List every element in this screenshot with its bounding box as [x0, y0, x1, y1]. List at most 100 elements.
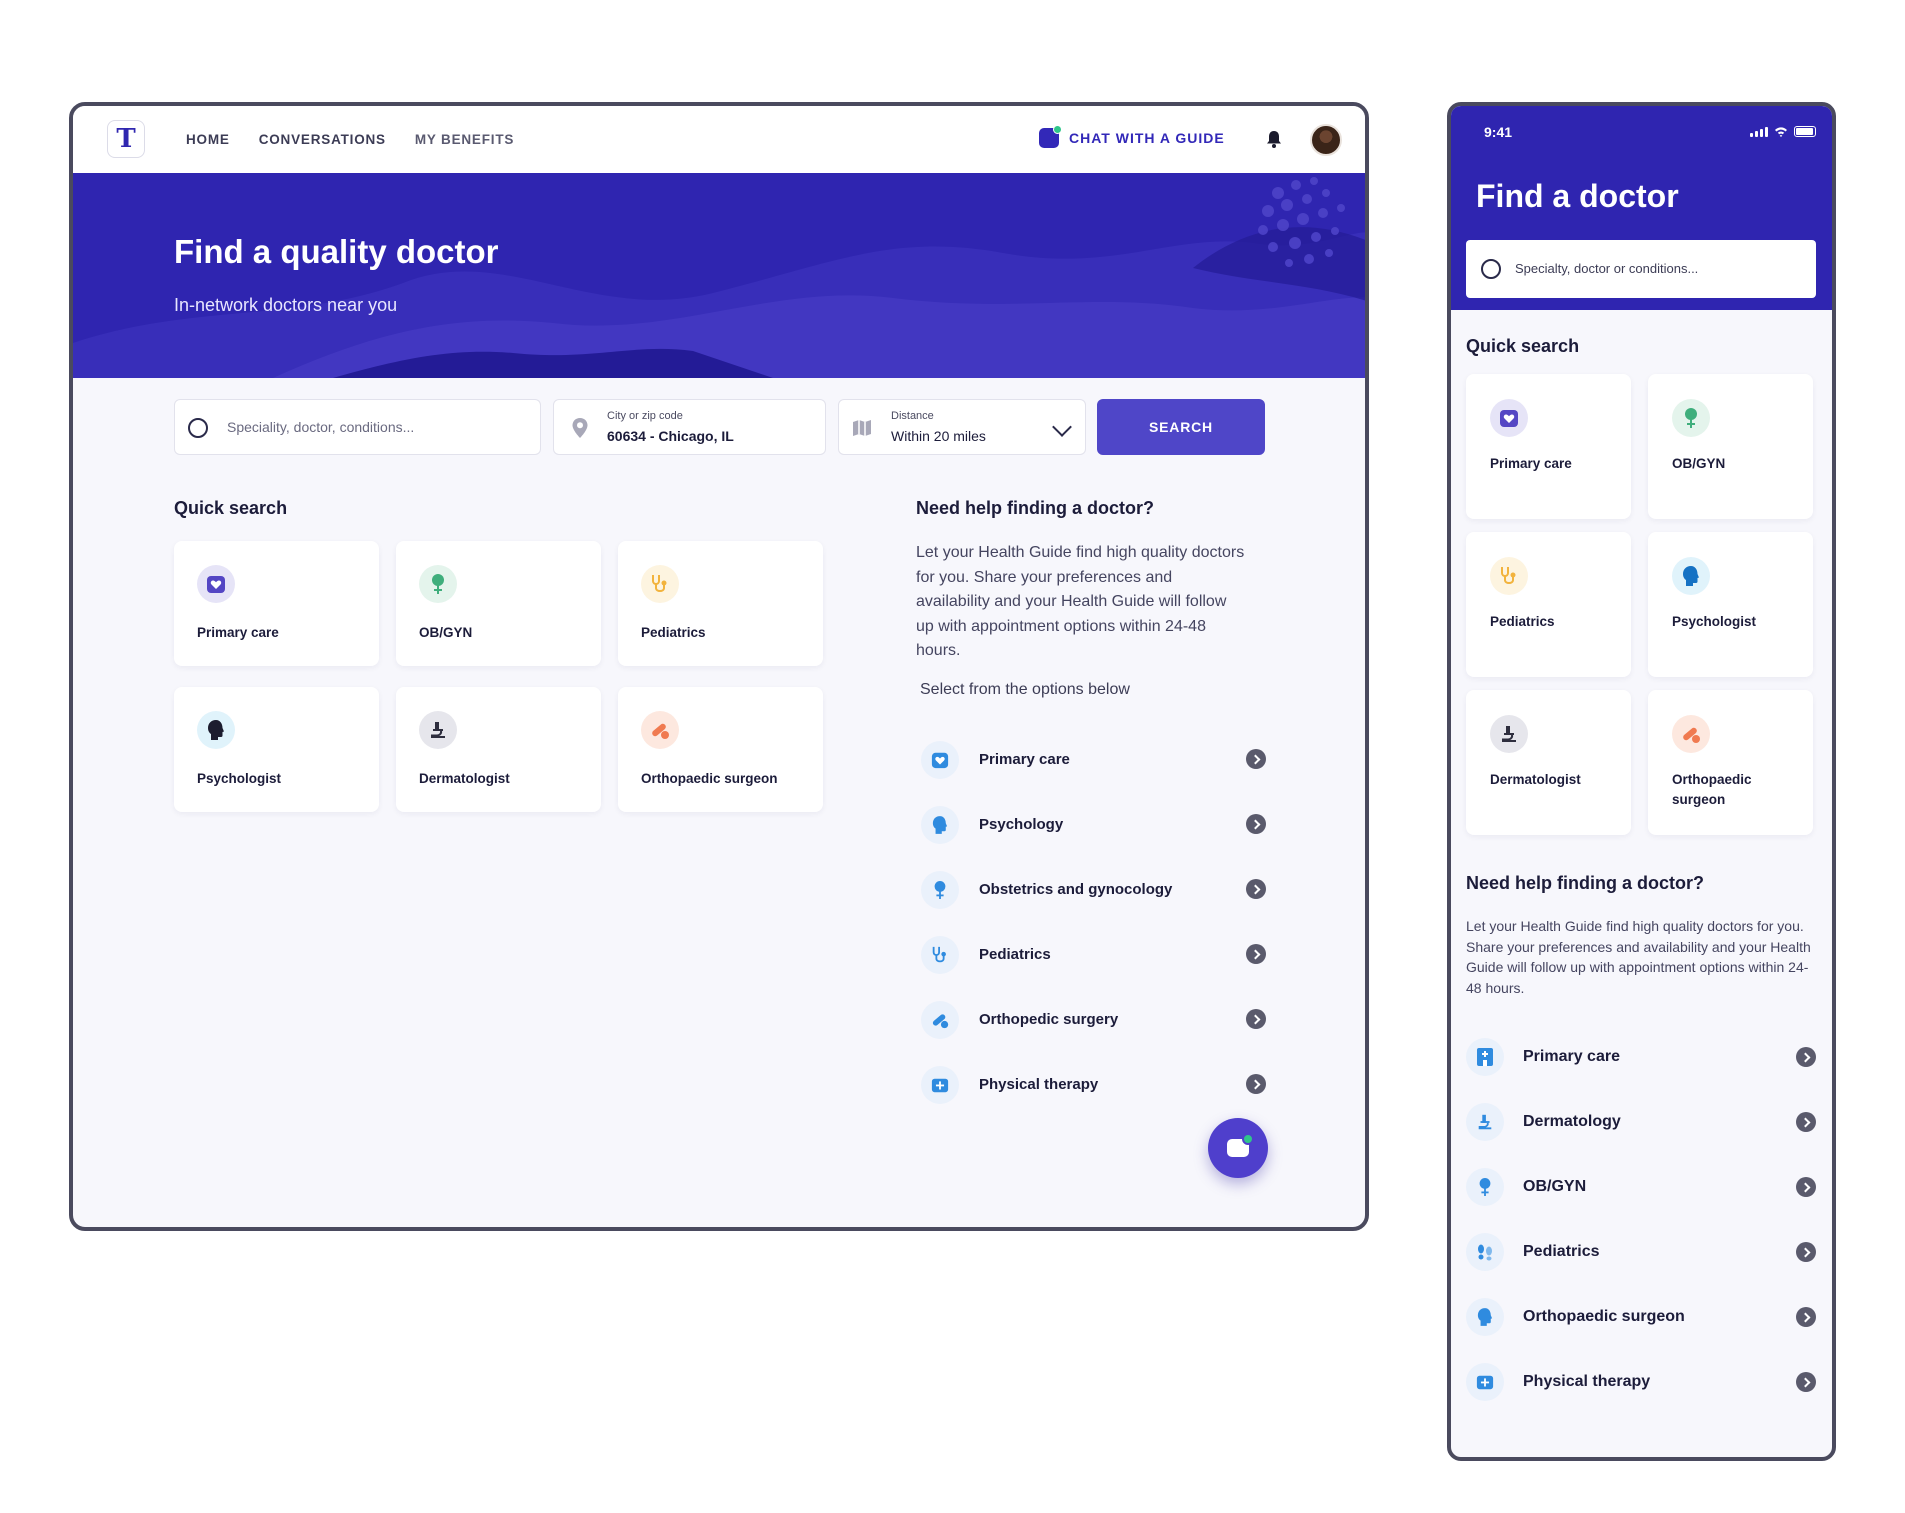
- mobile-option-physical-therapy[interactable]: Physical therapy: [1466, 1349, 1816, 1414]
- medical-kit-icon: [921, 1065, 959, 1104]
- quick-card-label: Primary care: [197, 625, 279, 640]
- help-option-obstetrics[interactable]: Obstetrics and gynocology: [921, 857, 1266, 922]
- mobile-quick-card-label: Dermatologist: [1490, 772, 1581, 787]
- chat-bubble-icon: [1039, 125, 1062, 148]
- help-option-label: Psychology: [979, 816, 1064, 833]
- mobile-option-label: Dermatology: [1523, 1112, 1621, 1130]
- bell-icon[interactable]: [1266, 130, 1282, 148]
- quick-card-obgyn[interactable]: OB/GYN: [396, 541, 601, 666]
- distance-label: Distance: [891, 410, 934, 422]
- footprints-icon: [1466, 1232, 1504, 1271]
- mobile-option-pediatrics[interactable]: Pediatrics: [1466, 1219, 1816, 1284]
- female-icon: [1672, 399, 1710, 437]
- mobile-quick-card-pediatrics[interactable]: Pediatrics: [1466, 532, 1631, 677]
- mobile-option-label: Physical therapy: [1523, 1372, 1651, 1390]
- chat-with-guide-button[interactable]: CHAT WITH A GUIDE: [1039, 125, 1225, 148]
- bandage-icon: [921, 1000, 959, 1039]
- status-time: 9:41: [1484, 124, 1513, 140]
- microscope-icon: [419, 711, 457, 749]
- mobile-option-primary-care[interactable]: Primary care: [1466, 1024, 1816, 1089]
- mobile-option-obgyn[interactable]: OB/GYN: [1466, 1154, 1816, 1219]
- mobile-search-input[interactable]: Specialty, doctor or conditions...: [1466, 240, 1816, 298]
- heart-calendar-icon: [197, 565, 235, 603]
- stethoscope-icon: [1490, 557, 1528, 595]
- quick-card-label: Pediatrics: [641, 625, 706, 640]
- chevron-right-icon: [1796, 1112, 1816, 1132]
- nav-conversations[interactable]: CONVERSATIONS: [259, 132, 386, 147]
- search-icon: [1481, 259, 1501, 279]
- help-option-primary-care[interactable]: Primary care: [921, 727, 1266, 792]
- help-option-orthopedic-surgery[interactable]: Orthopedic surgery: [921, 987, 1266, 1052]
- mobile-help-options-list: Primary care Dermatology OB/GYN Pediatri…: [1466, 1024, 1816, 1414]
- search-button[interactable]: SEARCH: [1097, 399, 1265, 455]
- chevron-right-icon: [1246, 749, 1266, 769]
- head-icon: [921, 805, 959, 844]
- help-option-pediatrics[interactable]: Pediatrics: [921, 922, 1266, 987]
- quick-card-label: Dermatologist: [419, 771, 510, 786]
- mobile-option-orthopaedic-surgeon[interactable]: Orthopaedic surgeon: [1466, 1284, 1816, 1349]
- status-icons: [1750, 126, 1816, 137]
- quick-card-label: OB/GYN: [419, 625, 473, 640]
- location-pin-icon: [572, 418, 588, 438]
- mobile-quick-card-obgyn[interactable]: OB/GYN: [1648, 374, 1813, 519]
- search-icon: [188, 418, 208, 438]
- mobile-quick-card-orthopaedic-surgeon[interactable]: Orthopaedic surgeon: [1648, 690, 1813, 835]
- microscope-icon: [1466, 1102, 1504, 1141]
- help-option-label: Physical therapy: [979, 1076, 1099, 1093]
- female-icon: [921, 870, 959, 909]
- quick-card-dermatologist[interactable]: Dermatologist: [396, 687, 601, 812]
- mobile-quick-card-label: Psychologist: [1672, 614, 1757, 629]
- hero-subtitle: In-network doctors near you: [174, 295, 398, 315]
- mobile-quick-card-primary-care[interactable]: Primary care: [1466, 374, 1631, 519]
- medical-kit-icon: [1466, 1362, 1504, 1401]
- help-option-label: Orthopedic surgery: [979, 1011, 1119, 1028]
- location-field[interactable]: City or zip code 60634 - Chicago, IL: [553, 399, 826, 455]
- mobile-option-label: OB/GYN: [1523, 1177, 1587, 1195]
- help-option-label: Obstetrics and gynocology: [979, 881, 1173, 898]
- mobile-help-body: Let your Health Guide find high quality …: [1466, 918, 1811, 996]
- quick-card-orthopaedic-surgeon[interactable]: Orthopaedic surgeon: [618, 687, 823, 812]
- battery-icon: [1794, 126, 1816, 137]
- hero-title: Find a quality doctor: [174, 233, 499, 270]
- mobile-option-label: Primary care: [1523, 1047, 1620, 1065]
- stethoscope-icon: [921, 935, 959, 974]
- quick-card-pediatrics[interactable]: Pediatrics: [618, 541, 823, 666]
- head-icon: [1672, 557, 1710, 595]
- quick-card-psychologist[interactable]: Psychologist: [174, 687, 379, 812]
- hospital-icon: [1466, 1037, 1504, 1076]
- mobile-option-label: Orthopaedic surgeon: [1523, 1307, 1685, 1325]
- help-option-physical-therapy[interactable]: Physical therapy: [921, 1052, 1266, 1117]
- bandage-icon: [1672, 715, 1710, 753]
- mobile-quick-card-psychologist[interactable]: Psychologist: [1648, 532, 1813, 677]
- nav-my-benefits[interactable]: MY BENEFITS: [415, 132, 514, 147]
- mobile-quick-card-label: OB/GYN: [1672, 456, 1726, 471]
- chevron-right-icon: [1246, 814, 1266, 834]
- distance-select[interactable]: Distance Within 20 miles: [838, 399, 1086, 455]
- mobile-option-dermatology[interactable]: Dermatology: [1466, 1089, 1816, 1154]
- logo[interactable]: T: [107, 120, 145, 158]
- heart-calendar-icon: [921, 740, 959, 779]
- mobile-page-title: Find a doctor: [1476, 178, 1679, 214]
- mobile-search-placeholder: Specialty, doctor or conditions...: [1515, 261, 1699, 276]
- quick-card-label: Psychologist: [197, 771, 282, 786]
- desktop-window: T HOME CONVERSATIONS MY BENEFITS CHAT WI…: [69, 102, 1369, 1231]
- signal-icon: [1750, 127, 1768, 137]
- search-input[interactable]: Speciality, doctor, conditions...: [174, 399, 541, 455]
- mobile-window: 9:41 Find a doctor Specialty, doctor or …: [1447, 102, 1836, 1461]
- mobile-quick-search-title: Quick search: [1466, 336, 1580, 356]
- mobile-quick-card-label: Primary care: [1490, 456, 1572, 471]
- female-icon: [1466, 1167, 1504, 1206]
- avatar[interactable]: [1310, 124, 1342, 156]
- help-body: Let your Health Guide find high quality …: [916, 544, 1245, 659]
- help-select-text: Select from the options below: [920, 681, 1130, 698]
- mobile-header: 9:41 Find a doctor Specialty, doctor or …: [1451, 106, 1832, 310]
- nav-home[interactable]: HOME: [186, 132, 230, 147]
- mobile-quick-card-dermatologist[interactable]: Dermatologist: [1466, 690, 1631, 835]
- hero-banner: Find a quality doctor In-network doctors…: [73, 173, 1365, 378]
- heart-calendar-icon: [1490, 399, 1528, 437]
- chat-fab-button[interactable]: [1208, 1118, 1268, 1178]
- wifi-icon: [1775, 127, 1787, 137]
- quick-card-primary-care[interactable]: Primary care: [174, 541, 379, 666]
- chevron-right-icon: [1246, 879, 1266, 899]
- help-option-psychology[interactable]: Psychology: [921, 792, 1266, 857]
